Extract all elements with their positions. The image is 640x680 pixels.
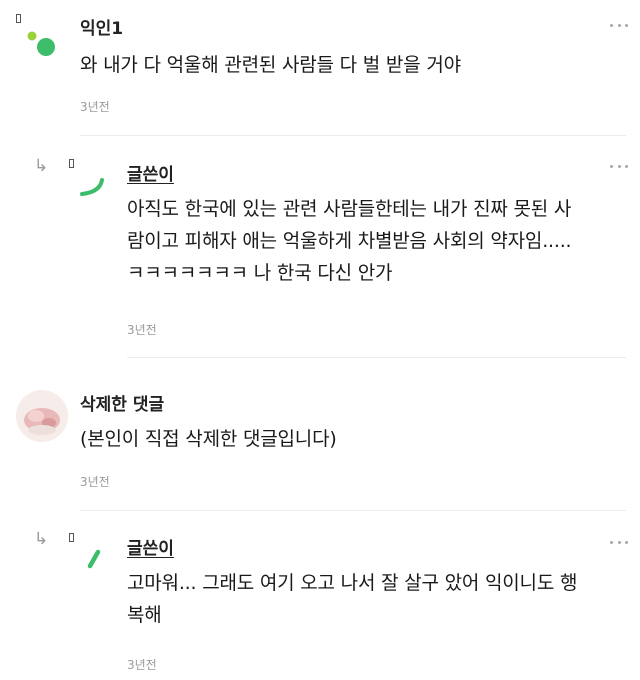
deleted-comment-label: 삭제한 댓글 — [80, 395, 165, 415]
divider — [80, 135, 626, 136]
comment-time: 3년전 — [127, 323, 157, 337]
comment-text: 아직도 한국에 있는 관련 사람들한테는 내가 진짜 못된 사 람이고 피해자 … — [127, 198, 572, 284]
more-horizontal-icon[interactable] — [610, 22, 628, 28]
reply-arrow-icon: ↳ — [34, 156, 49, 176]
more-horizontal-icon[interactable] — [610, 163, 628, 169]
divider — [80, 510, 626, 511]
comment-text: (본인이 직접 삭제한 댓글입니다) — [80, 428, 337, 450]
checkbox-icon[interactable] — [16, 14, 21, 23]
divider — [127, 357, 626, 358]
green-arc-avatar-icon[interactable] — [72, 170, 120, 218]
comment-time: 3년전 — [80, 100, 110, 114]
commenter-name[interactable]: 익인1 — [80, 14, 123, 39]
author-name[interactable]: 글쓴이 — [127, 534, 174, 559]
checkbox-icon[interactable] — [69, 159, 74, 168]
comment-text: 고마워... 그래도 여기 오고 나서 잘 살구 았어 익이니도 행 복해 — [127, 572, 578, 626]
green-dots-avatar-icon[interactable] — [20, 28, 68, 76]
green-stroke-avatar-icon[interactable] — [72, 540, 120, 588]
comment-time: 3년전 — [127, 658, 157, 672]
comment-time: 3년전 — [80, 475, 110, 489]
more-horizontal-icon[interactable] — [610, 539, 628, 545]
author-name[interactable]: 글쓴이 — [127, 160, 174, 185]
comment-text: 와 내가 다 억울해 관련된 사람들 다 벌 받을 거야 — [80, 54, 461, 76]
reply-arrow-icon: ↳ — [34, 529, 49, 549]
pink-photo-avatar-icon[interactable] — [16, 390, 68, 442]
